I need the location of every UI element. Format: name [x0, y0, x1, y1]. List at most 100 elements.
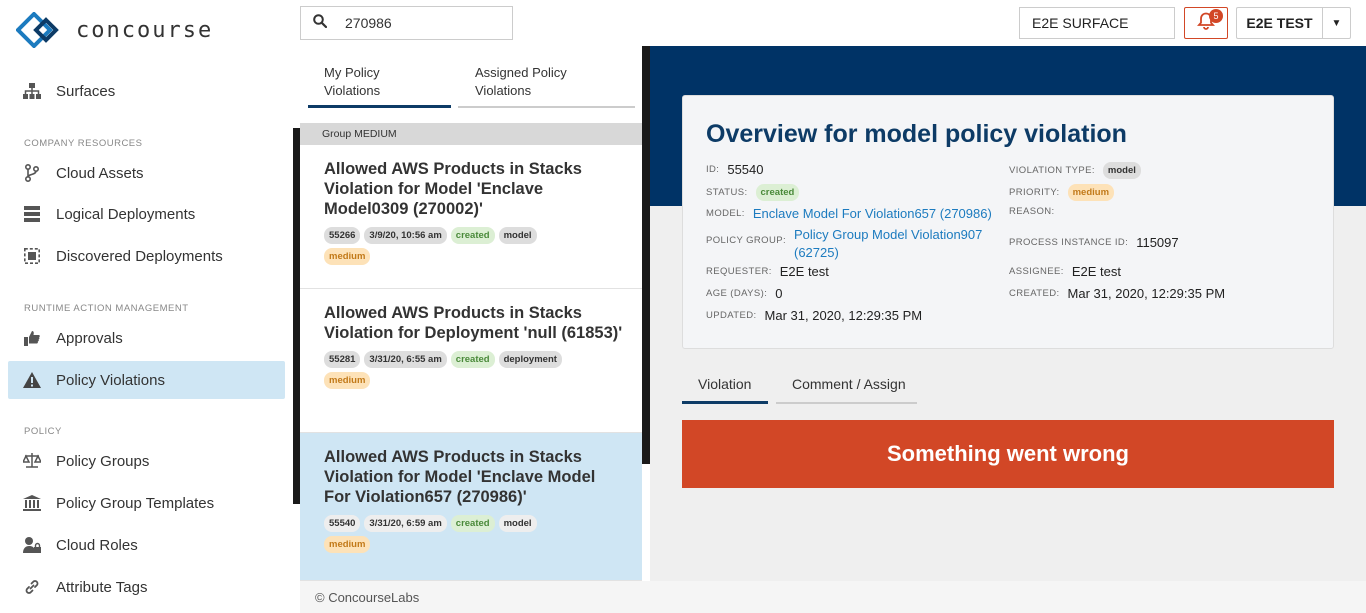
error-message: Something went wrong: [682, 420, 1334, 488]
discovered-icon: [22, 246, 42, 266]
sidebar-item-policy-group-templates[interactable]: Policy Group Templates: [8, 484, 285, 522]
section-title-company-resources: COMPANY RESOURCES: [24, 138, 143, 149]
group-header: Group MEDIUM: [300, 123, 642, 145]
sidebar-item-label: Cloud Roles: [56, 536, 138, 554]
footer: © ConcourseLabs: [300, 581, 1366, 613]
model-link[interactable]: Enclave Model For Violation657 (270986): [753, 206, 992, 221]
thumbs-up-icon: [22, 328, 42, 348]
section-title-policy: POLICY: [24, 426, 62, 437]
sitemap-icon: [22, 81, 42, 101]
violation-type-badge: model: [1102, 162, 1141, 179]
date-tag: 3/31/20, 6:55 am: [364, 351, 447, 368]
field-id: ID: 55540: [706, 162, 764, 177]
sidebar-item-discovered-deployments[interactable]: Discovered Deployments: [8, 237, 285, 275]
concourse-logo-icon: [16, 12, 59, 48]
sidebar-item-label: Surfaces: [56, 82, 116, 100]
date-tag: 3/31/20, 6:59 am: [364, 515, 447, 532]
field-age: AGE (DAYS): 0: [706, 286, 783, 301]
server-icon: [22, 204, 42, 224]
type-tag: model: [498, 227, 537, 244]
sidebar-item-label: Cloud Assets: [56, 164, 144, 182]
policy-group-link[interactable]: Policy Group Model Violation907 (62725): [794, 226, 982, 262]
overview-title: Overview for model policy violation: [706, 120, 1127, 148]
notification-count-badge: 5: [1209, 9, 1223, 23]
sidebar-item-label: Attribute Tags: [56, 578, 148, 596]
priority-badge: medium: [1067, 184, 1115, 201]
user-name: E2E TEST: [1246, 15, 1313, 31]
field-priority: PRIORITY: medium: [1009, 184, 1115, 201]
card-tags: 55540 3/31/20, 6:59 am created model med…: [324, 515, 584, 553]
sidebar-item-label: Policy Groups: [56, 452, 150, 470]
priority-tag: medium: [324, 248, 371, 265]
id-tag: 55540: [324, 515, 361, 532]
search-icon: [313, 13, 328, 33]
section-title-runtime: RUNTIME ACTION MANAGEMENT: [24, 303, 189, 314]
tab-my-policy-violations[interactable]: My Policy Violations: [324, 64, 414, 100]
sidebar-item-policy-violations[interactable]: Policy Violations: [8, 361, 285, 399]
search-box[interactable]: [300, 6, 513, 40]
status-badge: created: [755, 184, 800, 201]
branch-icon: [22, 163, 42, 183]
status-tag: created: [450, 351, 495, 368]
priority-tag: medium: [324, 372, 371, 389]
link-icon: [22, 577, 42, 597]
date-tag: 3/9/20, 10:56 am: [364, 227, 447, 244]
notifications-button[interactable]: 5: [1184, 7, 1228, 39]
concourse-logo[interactable]: concourse: [16, 12, 213, 48]
warning-icon: [22, 370, 42, 390]
tab-label: Assigned Policy Violations: [475, 65, 567, 98]
tab-assigned-policy-violations[interactable]: Assigned Policy Violations: [475, 64, 585, 100]
violation-card-selected[interactable]: Allowed AWS Products in Stacks Violation…: [300, 433, 642, 581]
app-name: concourse: [76, 17, 214, 43]
scale-icon: [22, 451, 42, 471]
user-lock-icon: [22, 535, 42, 555]
sidebar-item-logical-deployments[interactable]: Logical Deployments: [8, 195, 285, 233]
priority-tag: medium: [324, 536, 371, 553]
panel-divider: [642, 46, 650, 464]
bank-icon: [22, 493, 42, 513]
sidebar-item-cloud-roles[interactable]: Cloud Roles: [8, 526, 285, 564]
tab-comment-assign[interactable]: Comment / Assign: [792, 376, 906, 392]
field-violation-type: VIOLATION TYPE: model: [1009, 162, 1141, 179]
status-tag: created: [450, 227, 495, 244]
violations-list-panel: My Policy Violations Assigned Policy Vio…: [300, 46, 642, 581]
field-updated: UPDATED: Mar 31, 2020, 12:29:35 PM: [706, 308, 923, 323]
field-created: CREATED: Mar 31, 2020, 12:29:35 PM: [1009, 286, 1226, 301]
sidebar-item-label: Logical Deployments: [56, 205, 196, 223]
field-process-instance: PROCESS INSTANCE ID: 115097: [1009, 235, 1179, 250]
card-title: Allowed AWS Products in Stacks Violation…: [324, 304, 623, 342]
field-assignee: ASSIGNEE: E2E test: [1009, 264, 1121, 279]
violation-detail: Overview for model policy violation ID: 5…: [650, 46, 1366, 581]
card-title: Allowed AWS Products in Stacks Violation…: [324, 448, 596, 506]
active-tab-underline: [308, 105, 451, 108]
sidebar-item-label: Policy Group Templates: [56, 494, 215, 512]
surface-selector[interactable]: E2E SURFACE: [1019, 7, 1175, 39]
user-menu[interactable]: E2E TEST ▼: [1236, 7, 1351, 39]
search-input[interactable]: [345, 15, 485, 31]
list-tabs: My Policy Violations Assigned Policy Vio…: [308, 46, 635, 108]
card-tags: 55266 3/9/20, 10:56 am created model med…: [324, 227, 584, 265]
active-tab-underline: [682, 401, 768, 404]
chevron-down-icon[interactable]: ▼: [1322, 8, 1350, 38]
card-tags: 55281 3/31/20, 6:55 am created deploymen…: [324, 351, 584, 389]
sidebar-item-policy-groups[interactable]: Policy Groups: [8, 442, 285, 480]
type-tag: model: [498, 515, 537, 532]
inactive-tab-underline: [458, 106, 635, 108]
field-policy-group: POLICY GROUP: Policy Group Model Violati…: [706, 226, 983, 262]
status-tag: created: [450, 515, 495, 532]
tab-violation[interactable]: Violation: [698, 376, 751, 392]
sidebar: concourse Surfaces COMPANY RESOURCES Clo…: [0, 0, 300, 613]
inactive-tab-underline: [776, 402, 917, 404]
panel-divider: [293, 128, 300, 504]
sidebar-item-attribute-tags[interactable]: Attribute Tags: [8, 568, 285, 606]
sidebar-item-cloud-assets[interactable]: Cloud Assets: [8, 154, 285, 192]
violation-card[interactable]: Allowed AWS Products in Stacks Violation…: [300, 145, 642, 289]
tab-label: My Policy Violations: [324, 65, 381, 98]
violation-card[interactable]: Allowed AWS Products in Stacks Violation…: [300, 289, 642, 433]
sidebar-item-surfaces[interactable]: Surfaces: [8, 72, 285, 110]
overview-card: Overview for model policy violation ID: 5…: [682, 95, 1334, 349]
id-tag: 55266: [324, 227, 361, 244]
field-model: MODEL: Enclave Model For Violation657 (27…: [706, 206, 992, 221]
sidebar-item-approvals[interactable]: Approvals: [8, 319, 285, 357]
sidebar-item-label: Approvals: [56, 329, 123, 347]
